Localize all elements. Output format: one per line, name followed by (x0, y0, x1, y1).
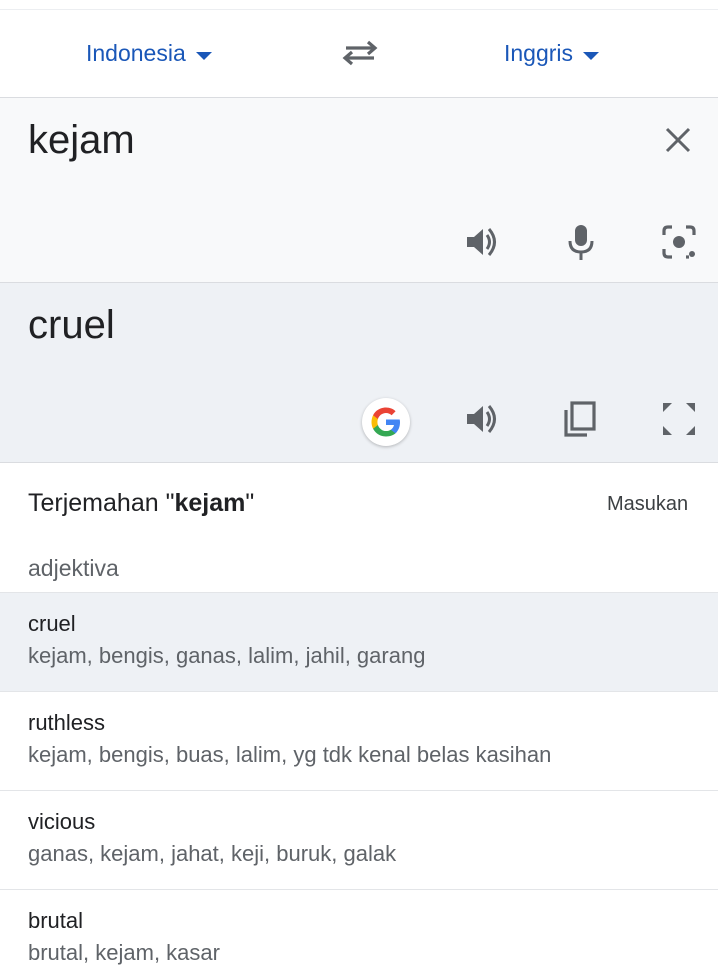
source-text-input[interactable]: kejam (28, 118, 135, 163)
dictionary-entry[interactable]: cruel kejam, bengis, ganas, lalim, jahil… (0, 592, 718, 691)
target-language-label: Inggris (504, 40, 574, 66)
entry-word: vicious (28, 809, 96, 834)
dictionary-title-suffix: " (245, 489, 255, 517)
entry-synonyms: ganas, kejam, jahat, keji, buruk, galak (28, 841, 397, 866)
dictionary-title-word: kejam (174, 489, 246, 517)
google-icon (371, 407, 400, 437)
listen-source-button[interactable] (460, 220, 504, 264)
swap-icon (342, 40, 378, 66)
camera-icon (662, 225, 696, 259)
chevron-down-icon (195, 51, 212, 60)
entry-word: ruthless (28, 710, 106, 735)
entry-synonyms: kejam, bengis, ganas, lalim, jahil, gara… (28, 643, 426, 668)
status-strip (0, 0, 718, 10)
source-language-label: Indonesia (86, 40, 186, 66)
target-language-selector[interactable]: Inggris (504, 40, 600, 67)
chevron-down-icon (583, 51, 600, 60)
dictionary-title: Terjemahan "kejam" (28, 489, 254, 518)
fullscreen-button[interactable] (657, 397, 701, 441)
source-input-panel: kejam (0, 98, 718, 283)
language-bar: Indonesia Inggris (0, 10, 718, 98)
speaker-icon (467, 228, 496, 256)
dictionary-entries: cruel kejam, bengis, ganas, lalim, jahil… (0, 592, 718, 972)
copy-icon (564, 401, 596, 437)
clear-button[interactable] (658, 120, 698, 160)
dictionary-entry[interactable]: ruthless kejam, bengis, buas, lalim, yg … (0, 691, 718, 790)
copy-translation-button[interactable] (557, 397, 601, 441)
dictionary-entry[interactable]: brutal brutal, kejam, kasar (0, 889, 718, 972)
feedback-button[interactable]: Masukan (607, 493, 688, 516)
dictionary-panel: Terjemahan "kejam" Masukan adjektiva cru… (0, 463, 718, 972)
fullscreen-icon (663, 403, 695, 435)
camera-input-button[interactable] (657, 220, 701, 264)
entry-synonyms: kejam, bengis, buas, lalim, yg tdk kenal… (28, 742, 552, 767)
speaker-icon (467, 405, 496, 433)
translated-text: cruel (28, 303, 115, 347)
entry-word: cruel (28, 611, 76, 636)
dictionary-entry[interactable]: vicious ganas, kejam, jahat, keji, buruk… (0, 790, 718, 889)
swap-languages-button[interactable] (340, 36, 380, 72)
listen-translation-button[interactable] (460, 397, 504, 441)
voice-input-button[interactable] (559, 220, 603, 264)
dictionary-title-prefix: Terjemahan " (28, 489, 175, 517)
google-button[interactable] (362, 398, 410, 446)
translation-output-panel: cruel (0, 283, 718, 463)
close-icon (665, 127, 691, 153)
entry-word: brutal (28, 908, 84, 933)
part-of-speech-label: adjektiva (28, 555, 119, 581)
microphone-icon (568, 225, 594, 260)
entry-synonyms: brutal, kejam, kasar (28, 940, 220, 965)
source-language-selector[interactable]: Indonesia (86, 40, 212, 67)
